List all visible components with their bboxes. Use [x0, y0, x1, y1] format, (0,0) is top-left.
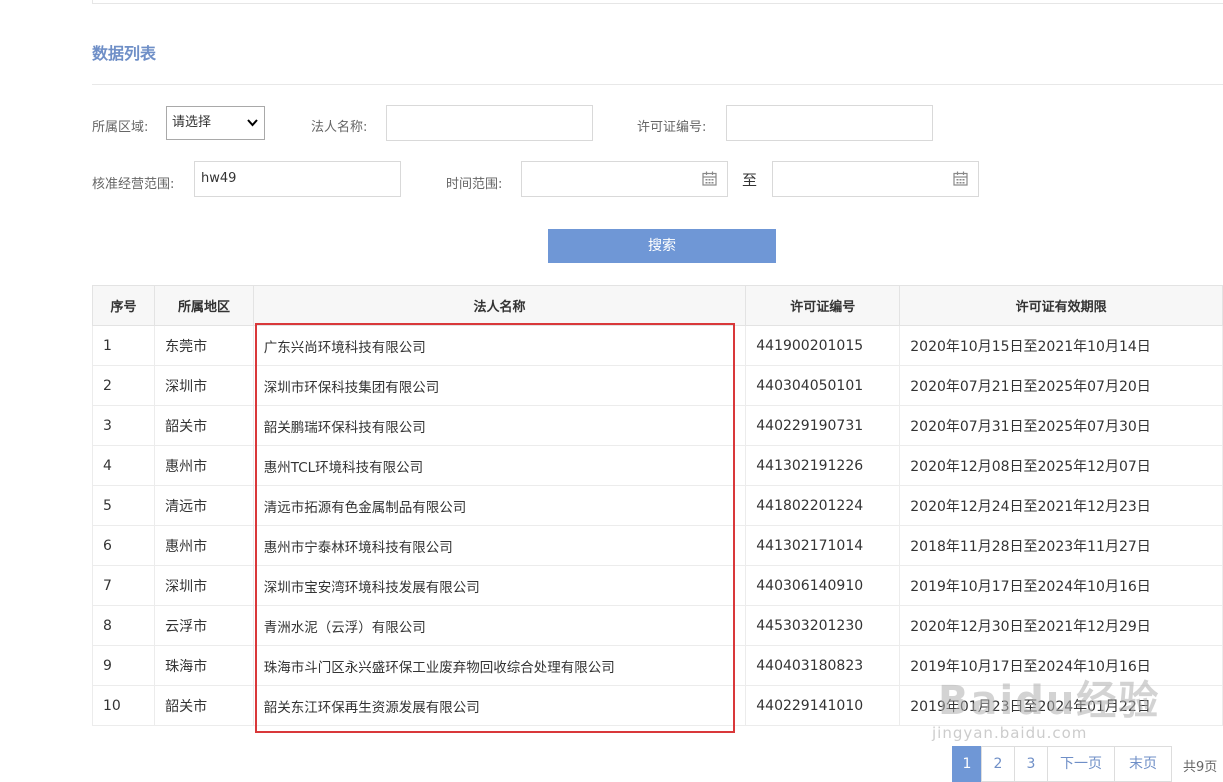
- region-select[interactable]: 请选择: [166, 106, 265, 140]
- license-no-label: 许可证编号:: [637, 120, 707, 135]
- row-index: 3: [91, 405, 156, 446]
- page-total: 共9页: [1183, 760, 1218, 775]
- company-link[interactable]: 广东兴尚环境科技有限公司: [252, 325, 747, 366]
- row-region: 云浮市: [154, 605, 254, 646]
- next-page-button[interactable]: 下一页: [1047, 746, 1115, 782]
- section-title: 数据列表: [92, 44, 157, 63]
- row-license-no: 441802201224: [745, 485, 901, 526]
- to-label: 至: [742, 171, 758, 189]
- table-row: 6 惠州市 惠州市宁泰林环境科技有限公司 441302171014 2018年1…: [91, 525, 1223, 566]
- scope-input[interactable]: hw49: [194, 161, 401, 197]
- row-region: 惠州市: [154, 525, 254, 566]
- chevron-down-icon: [247, 119, 258, 127]
- row-license-no: 440229141010: [745, 685, 901, 726]
- company-link[interactable]: 韶关鹏瑞环保科技有限公司: [252, 405, 747, 446]
- row-validity: 2020年12月08日至2025年12月07日: [899, 445, 1223, 486]
- row-index: 4: [91, 445, 156, 486]
- calendar-icon[interactable]: [953, 171, 968, 186]
- row-license-no: 441302171014: [745, 525, 901, 566]
- company-link[interactable]: 深圳市宝安湾环境科技发展有限公司: [252, 565, 747, 606]
- row-region: 东莞市: [154, 325, 254, 366]
- company-link[interactable]: 青洲水泥（云浮）有限公司: [252, 605, 747, 646]
- start-date-input[interactable]: [521, 161, 728, 197]
- table-row: 8 云浮市 青洲水泥（云浮）有限公司 445303201230 2020年12月…: [91, 605, 1223, 646]
- row-validity: 2019年10月17日至2024年10月16日: [899, 565, 1223, 606]
- table-row: 4 惠州市 惠州TCL环境科技有限公司 441302191226 2020年12…: [91, 445, 1223, 486]
- header-region: 所属地区: [154, 285, 254, 326]
- row-index: 6: [91, 525, 156, 566]
- row-region: 韶关市: [154, 405, 254, 446]
- row-index: 2: [91, 365, 156, 406]
- calendar-icon[interactable]: [702, 171, 717, 186]
- page-1-button[interactable]: 1: [952, 746, 982, 782]
- header-validity: 许可证有效期限: [899, 285, 1223, 326]
- row-index: 10: [91, 685, 156, 726]
- title-divider: [92, 84, 1223, 85]
- company-link[interactable]: 深圳市环保科技集团有限公司: [252, 365, 747, 406]
- row-index: 9: [91, 645, 156, 686]
- company-link[interactable]: 韶关东江环保再生资源发展有限公司: [252, 685, 747, 726]
- table-row: 1 东莞市 广东兴尚环境科技有限公司 441900201015 2020年10月…: [91, 325, 1223, 366]
- row-license-no: 441302191226: [745, 445, 901, 486]
- row-region: 深圳市: [154, 565, 254, 606]
- time-range-label: 时间范围:: [446, 177, 503, 192]
- baidu-watermark-url: jingyan.baidu.com: [932, 724, 1088, 742]
- data-table: 序号 所属地区 法人名称 许可证编号 许可证有效期限 1 东莞市 广东兴尚环境科…: [91, 285, 1223, 726]
- end-date-input[interactable]: [772, 161, 979, 197]
- row-validity: 2020年07月31日至2025年07月30日: [899, 405, 1223, 446]
- row-license-no: 440403180823: [745, 645, 901, 686]
- row-validity: 2020年12月24日至2021年12月23日: [899, 485, 1223, 526]
- header-index: 序号: [91, 285, 156, 326]
- row-validity: 2020年07月21日至2025年07月20日: [899, 365, 1223, 406]
- pagination: 1 2 3 下一页 末页: [952, 746, 1172, 782]
- row-index: 5: [91, 485, 156, 526]
- table-row: 2 深圳市 深圳市环保科技集团有限公司 440304050101 2020年07…: [91, 365, 1223, 406]
- row-validity: 2020年10月15日至2021年10月14日: [899, 325, 1223, 366]
- table-header-row: 序号 所属地区 法人名称 许可证编号 许可证有效期限: [91, 285, 1223, 326]
- company-link[interactable]: 珠海市斗门区永兴盛环保工业废弃物回收综合处理有限公司: [252, 645, 747, 686]
- row-license-no: 445303201230: [745, 605, 901, 646]
- table-row: 5 清远市 清远市拓源有色金属制品有限公司 441802201224 2020年…: [91, 485, 1223, 526]
- baidu-watermark-logo: Baidu经验: [938, 678, 1161, 724]
- search-button[interactable]: 搜索: [548, 229, 776, 263]
- table-row: 3 韶关市 韶关鹏瑞环保科技有限公司 440229190731 2020年07月…: [91, 405, 1223, 446]
- table-row: 7 深圳市 深圳市宝安湾环境科技发展有限公司 440306140910 2019…: [91, 565, 1223, 606]
- row-validity: 2020年12月30日至2021年12月29日: [899, 605, 1223, 646]
- row-license-no: 440306140910: [745, 565, 901, 606]
- row-region: 韶关市: [154, 685, 254, 726]
- row-license-no: 441900201015: [745, 325, 901, 366]
- last-page-button[interactable]: 末页: [1114, 746, 1172, 782]
- scope-label: 核准经营范围:: [92, 177, 175, 192]
- row-region: 深圳市: [154, 365, 254, 406]
- top-panel-edge: [92, 0, 1223, 4]
- region-label: 所属区域:: [92, 120, 149, 135]
- header-license-no: 许可证编号: [745, 285, 901, 326]
- page-2-button[interactable]: 2: [981, 746, 1015, 782]
- row-region: 惠州市: [154, 445, 254, 486]
- row-index: 1: [91, 325, 156, 366]
- row-validity: 2018年11月28日至2023年11月27日: [899, 525, 1223, 566]
- region-select-value: 请选择: [172, 115, 212, 130]
- legal-name-label: 法人名称:: [311, 120, 368, 135]
- row-license-no: 440304050101: [745, 365, 901, 406]
- row-license-no: 440229190731: [745, 405, 901, 446]
- row-index: 8: [91, 605, 156, 646]
- row-index: 7: [91, 565, 156, 606]
- company-link[interactable]: 惠州市宁泰林环境科技有限公司: [252, 525, 747, 566]
- license-no-input[interactable]: [726, 105, 933, 141]
- header-legal-name: 法人名称: [252, 285, 747, 326]
- company-link[interactable]: 清远市拓源有色金属制品有限公司: [252, 485, 747, 526]
- company-link[interactable]: 惠州TCL环境科技有限公司: [252, 445, 747, 486]
- row-region: 珠海市: [154, 645, 254, 686]
- page-3-button[interactable]: 3: [1014, 746, 1048, 782]
- row-region: 清远市: [154, 485, 254, 526]
- legal-name-input[interactable]: [386, 105, 593, 141]
